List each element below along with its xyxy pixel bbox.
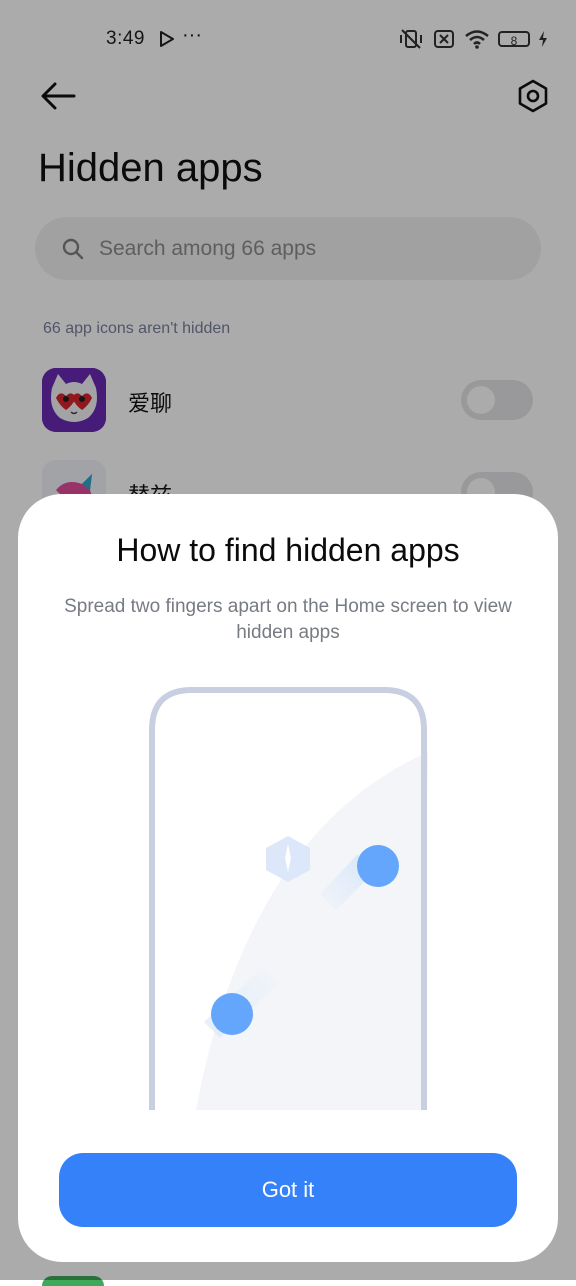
pinch-gesture-illustration bbox=[149, 687, 428, 1110]
dialog-description: Spread two fingers apart on the Home scr… bbox=[64, 596, 512, 643]
hidden-apps-tip-dialog: How to find hidden apps Spread two finge… bbox=[18, 494, 558, 1262]
got-it-button[interactable]: Got it bbox=[59, 1153, 517, 1227]
dialog-title: How to find hidden apps bbox=[116, 532, 460, 568]
